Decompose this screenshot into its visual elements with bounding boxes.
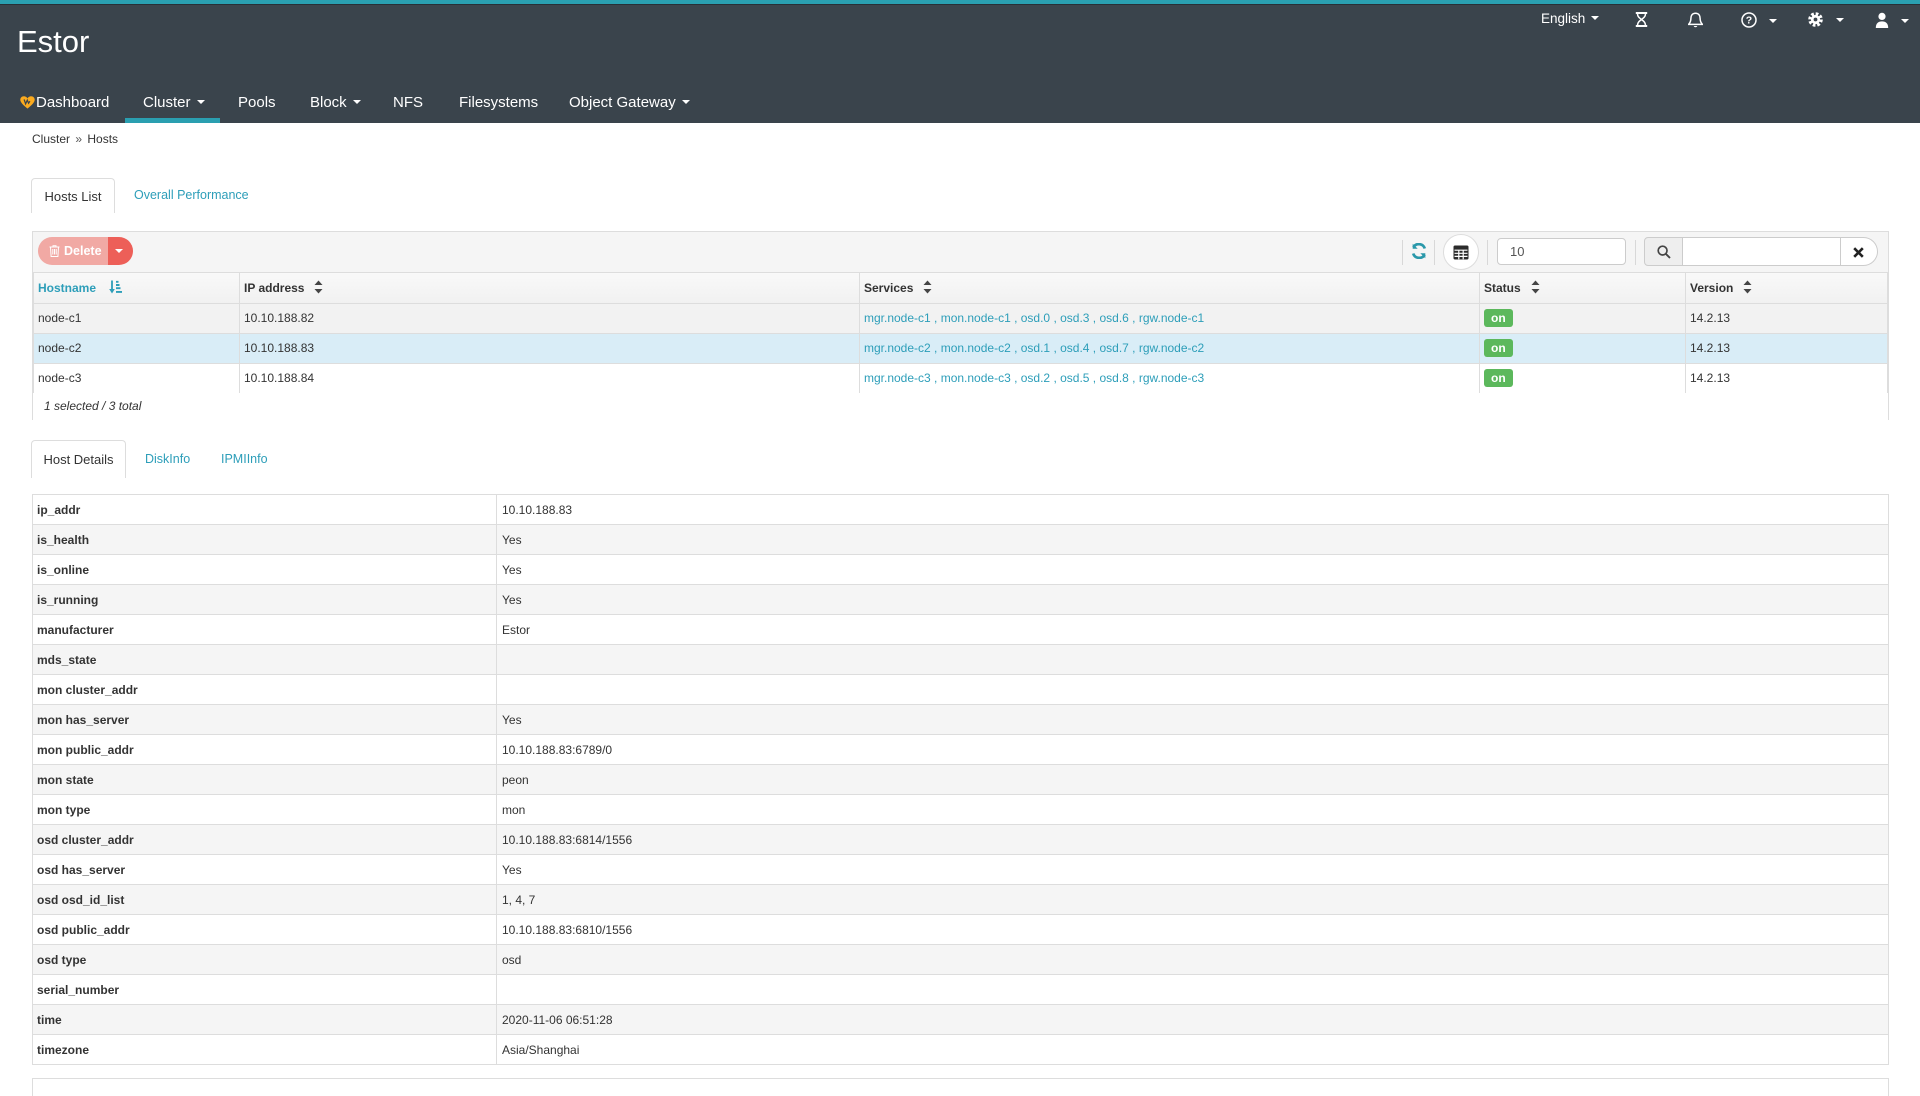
svg-text:?: ? bbox=[1746, 15, 1752, 27]
